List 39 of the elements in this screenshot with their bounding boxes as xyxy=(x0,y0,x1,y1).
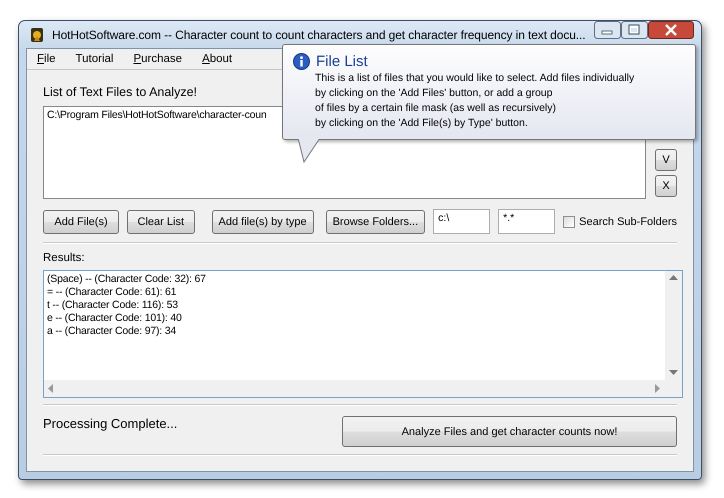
results-box[interactable]: (Space) -- (Character Code: 32): 67 = -- (Character Code: 61): 61 t -- (Character Code: 116): 53 e -- (Character Code: 101): 40 a -- (Character Code: 97): 34 xyxy=(43,270,683,398)
list-button[interactable]: X xyxy=(655,175,677,197)
menu-item[interactable]: Tutorial xyxy=(68,53,122,65)
app-icon xyxy=(28,26,46,44)
analyze-button[interactable]: Analyze Files and get character counts now! xyxy=(342,416,677,447)
action-button[interactable]: Clear List xyxy=(127,210,195,234)
file-mask-field[interactable]: *.* xyxy=(498,209,556,234)
tooltip-text: by clicking on the 'Add Files' button, or add a group xyxy=(315,86,554,101)
result-line: e -- (Character Code: 101): 40 xyxy=(47,312,183,325)
scroll-right-icon[interactable] xyxy=(655,384,661,393)
action-button[interactable]: Add file(s) by type xyxy=(212,210,314,234)
info-icon xyxy=(293,53,310,70)
section-label: List of Text Files to Analyze! xyxy=(43,85,198,99)
section-label: Results: xyxy=(43,252,85,264)
menu-item[interactable]: Purchase xyxy=(125,53,190,65)
result-line: t -- (Character Code: 116): 53 xyxy=(47,299,179,312)
scroll-down-icon[interactable] xyxy=(669,370,678,376)
list-button[interactable]: V xyxy=(655,149,677,171)
status-text: Processing Complete... xyxy=(43,416,178,431)
result-line: a -- (Character Code: 97): 34 xyxy=(47,325,178,338)
scroll-up-icon[interactable] xyxy=(669,275,678,281)
tooltip-text: This is a list of files that you would like to select. Add files individually xyxy=(315,71,636,86)
checkbox-label: Search Sub-Folders xyxy=(579,216,677,228)
tooltip-title: File List xyxy=(316,53,368,70)
action-button[interactable]: Browse Folders... xyxy=(326,210,426,234)
folder-field[interactable]: c:\ xyxy=(433,209,490,234)
checkbox[interactable] xyxy=(563,216,576,228)
action-button[interactable]: Add File(s) xyxy=(43,210,120,234)
vertical-scrollbar[interactable] xyxy=(665,271,682,380)
menu-item[interactable]: File xyxy=(29,53,64,65)
result-line: (Space) -- (Character Code: 32): 67 xyxy=(47,273,207,286)
tooltip-text: by clicking on the 'Add File(s) by Type' button. xyxy=(315,116,529,131)
menu-item[interactable]: About xyxy=(194,53,240,65)
window-title: HotHotSoftware.com -- Character count to count characters and get character frequency in text docu... xyxy=(52,28,586,42)
close-button[interactable] xyxy=(648,21,694,39)
result-line: = -- (Character Code: 61): 61 xyxy=(47,286,178,299)
minimize-button[interactable] xyxy=(594,21,621,39)
maximize-button[interactable] xyxy=(621,21,648,39)
scroll-left-icon[interactable] xyxy=(48,384,54,393)
